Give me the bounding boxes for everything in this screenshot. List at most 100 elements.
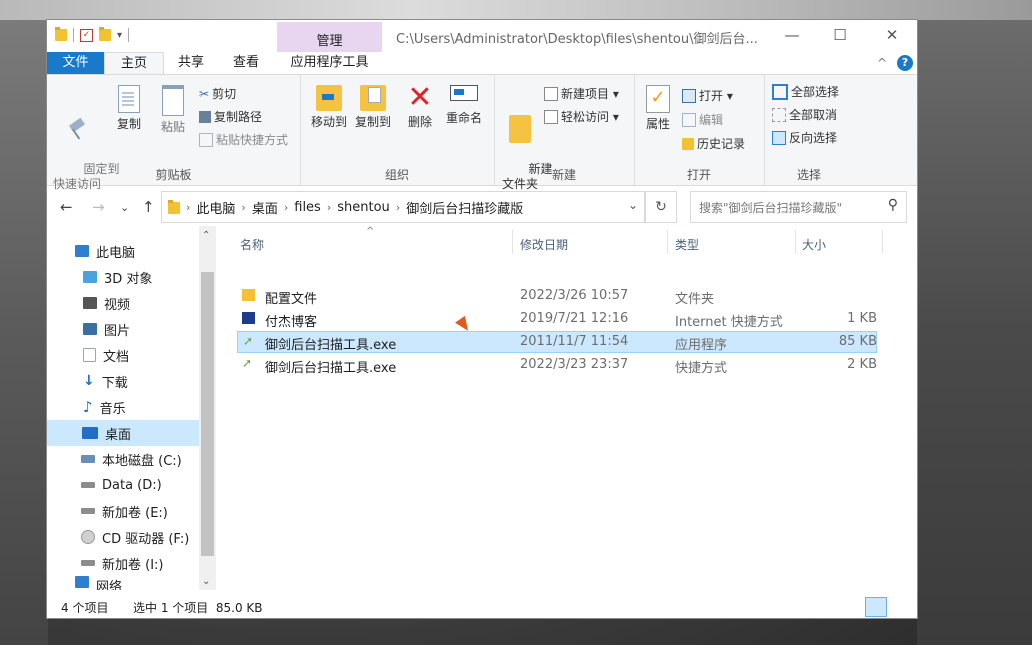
copy-path-button[interactable]: 复制路径 [199,108,262,125]
group-clipboard: 固定到 快速访问 复制 粘贴 ✂ 剪切 复制路径 粘贴快捷方式 剪贴板 [47,75,301,191]
column-divider[interactable] [795,230,796,254]
table-row-selected[interactable]: ➚ 御剑后台扫描工具.exe 2011/11/7 11:54 应用程序 85 K… [237,331,877,353]
forward-arrow-icon[interactable]: → [92,198,105,216]
scroll-down-icon[interactable]: ⌄ [202,576,210,587]
column-divider[interactable] [667,230,668,254]
address-dropdown-icon[interactable]: ⌄ [628,198,638,212]
tab-view[interactable]: 查看 [227,52,265,74]
search-icon[interactable]: ⚲ [888,197,898,213]
file-date: 2022/3/23 23:37 [520,357,629,372]
file-type: 快捷方式 [675,361,728,376]
table-row[interactable]: ➚ 御剑后台扫描工具.exe 2022/3/23 23:37 快捷方式 2 KB [237,354,877,376]
paste-button[interactable]: 粘贴 [155,85,191,135]
copy-to-button[interactable]: 复制到 [352,85,394,130]
tab-share[interactable]: 共享 [172,52,210,74]
new-item-button[interactable]: 新建项目 ▾ [544,85,619,102]
cut-button[interactable]: ✂ 剪切 [199,85,236,102]
table-row[interactable]: 付杰博客 2019/7/21 12:16 Internet 快捷方式 1 KB [237,308,877,330]
breadcrumb-files[interactable]: files [294,200,321,215]
separator [128,28,130,42]
film-icon [83,297,97,309]
drive-icon [81,560,95,566]
breadcrumb-separator[interactable]: › [327,201,331,214]
breadcrumb-shentou[interactable]: shentou [337,200,390,215]
drive-icon [81,508,95,514]
file-date: 2019/7/21 12:16 [520,311,629,326]
copy-button[interactable]: 复制 [111,85,147,132]
paste-shortcut-button[interactable]: 粘贴快捷方式 [199,131,288,148]
column-header-name[interactable]: 名称 [240,236,264,253]
delete-button[interactable]: ✕ 删除 [404,83,436,130]
computer-icon [75,245,89,257]
easy-access-button[interactable]: 轻松访问 ▾ [544,108,619,125]
url-shortcut-icon [242,312,255,324]
network-icon [75,576,89,588]
breadcrumb-separator[interactable]: › [284,201,288,214]
pin-quick-access-button[interactable]: 固定到 快速访问 [53,87,120,207]
breadcrumb-desktop[interactable]: 桌面 [252,198,278,217]
folder-icon[interactable] [55,27,67,41]
nav-pane-scrollbar-thumb[interactable] [201,272,214,556]
properties-check-icon: ✓ [646,85,670,113]
select-none-button[interactable]: 全部取消 [772,106,837,123]
rename-icon [450,85,478,101]
group-select: 全部选择 全部取消 反向选择 选择 [764,75,854,185]
file-date: 2011/11/7 11:54 [520,334,629,349]
new-folder-button[interactable]: 新建 文件夹 [498,85,553,207]
customize-toolbar-icon[interactable]: ▾ [117,30,122,41]
minimize-button[interactable]: — [769,20,815,50]
scroll-up-icon[interactable]: ⌃ [202,230,210,241]
maximize-button[interactable]: ☐ [817,20,863,50]
edit-button[interactable]: 编辑 [682,111,723,128]
table-row[interactable]: 配置文件 2022/3/26 10:57 文件夹 [237,285,877,307]
rename-button[interactable]: 重命名 [442,85,486,126]
column-divider[interactable] [512,230,513,254]
history-button[interactable]: 历史记录 [682,135,745,152]
column-header-type[interactable]: 类型 [675,236,699,253]
move-to-button[interactable]: 移动到 [308,85,350,130]
tab-application-tools[interactable]: 应用程序工具 [287,52,372,74]
column-header-size[interactable]: 大小 [802,236,826,253]
help-icon[interactable]: ? [897,55,913,71]
column-divider[interactable] [882,230,883,254]
close-button[interactable]: ✕ [869,20,915,50]
paste-shortcut-icon [199,132,213,147]
back-arrow-icon[interactable]: ← [60,198,73,216]
file-size: 1 KB [847,311,877,326]
recent-locations-chevron-icon[interactable]: ⌄ [120,201,129,214]
breadcrumb-separator[interactable]: › [241,201,245,214]
file-list: ^ 名称 修改日期 类型 大小 配置文件 2022/3/26 10:57 文件夹… [232,226,917,590]
download-icon: ↓ [83,373,95,389]
up-arrow-icon[interactable]: ↑ [142,198,155,216]
quick-access-toolbar: ✓ ▾ [55,27,130,42]
tab-home[interactable]: 主页 [104,52,164,76]
tab-manage[interactable]: 管理 [277,30,382,49]
breadcrumb-current-folder[interactable]: 御剑后台扫描珍藏版 [406,198,523,217]
tab-file[interactable]: 文件 [47,52,104,74]
breadcrumb-separator[interactable]: › [186,201,190,214]
details-view-button[interactable] [865,597,887,617]
group-new: 新建 文件夹 新建项目 ▾ 轻松访问 ▾ 新建 [494,75,635,191]
invert-selection-icon [772,130,786,145]
refresh-button[interactable]: ↻ [645,191,677,223]
file-size: 85 KB [838,334,877,349]
file-type: 应用程序 [675,338,728,353]
large-icons-view-button[interactable] [890,597,910,615]
properties-button[interactable]: ✓ 属性 [640,85,676,132]
select-all-button[interactable]: 全部选择 [772,83,839,100]
path-icon [199,110,211,123]
address-bar[interactable]: › 此电脑 › 桌面 › files › shentou › 御剑后台扫描珍藏版… [161,191,645,223]
nav-item-desktop[interactable]: 桌面 [47,420,199,446]
collapse-ribbon-icon[interactable]: ^ [877,56,887,70]
open-button[interactable]: 打开 ▾ [682,87,733,104]
breadcrumb-separator[interactable]: › [396,201,400,214]
sword-app-icon: ➚ [243,334,254,348]
column-header-date[interactable]: 修改日期 [520,236,568,253]
invert-selection-button[interactable]: 反向选择 [772,129,837,146]
search-input[interactable]: 搜索"御剑后台扫描珍藏版" ⚲ [690,191,907,223]
new-folder-icon[interactable] [99,27,111,41]
separator [73,28,74,42]
cube-icon [83,271,97,283]
properties-check-icon[interactable]: ✓ [80,28,93,42]
breadcrumb-this-pc[interactable]: 此电脑 [196,198,235,217]
